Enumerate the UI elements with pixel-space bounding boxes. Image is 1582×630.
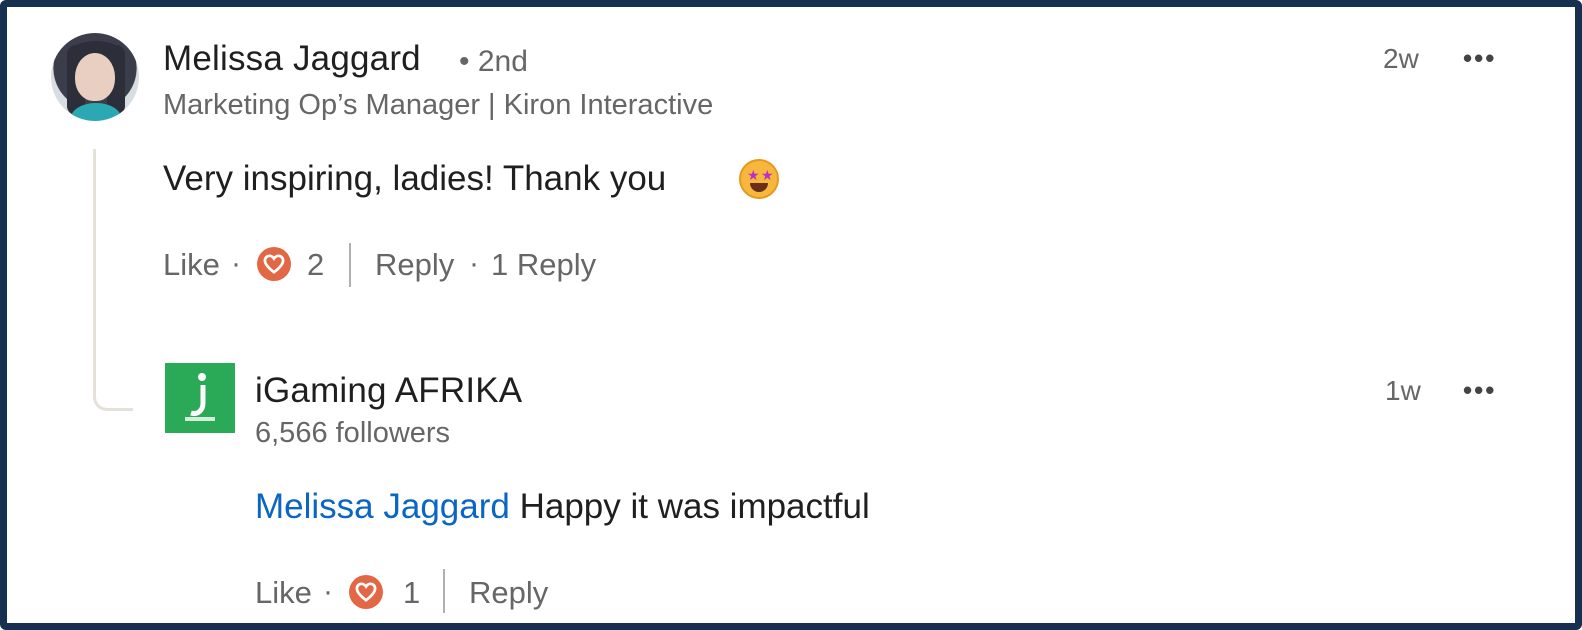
separator-dot: · xyxy=(231,247,241,280)
separator-dot: · xyxy=(469,247,479,280)
reaction-count[interactable]: 2 xyxy=(307,247,324,283)
reply-button[interactable]: Reply xyxy=(375,247,454,283)
avatar-face xyxy=(75,53,115,101)
action-divider xyxy=(443,569,445,613)
replies-count-link[interactable]: 1 Reply xyxy=(491,247,596,283)
connection-degree: • 2nd xyxy=(459,45,528,78)
like-button[interactable]: Like xyxy=(163,247,220,283)
author-headline: Marketing Op’s Manager | Kiron Interacti… xyxy=(163,89,714,121)
comment-timestamp: 2w xyxy=(1383,43,1419,74)
star-struck-emoji-icon: ★ ★ xyxy=(739,159,779,199)
thread-connector-line xyxy=(93,149,133,411)
mention-link[interactable]: Melissa Jaggard xyxy=(255,487,510,526)
reply-timestamp: 1w xyxy=(1385,375,1421,406)
comment-author-name[interactable]: Melissa Jaggard xyxy=(163,39,421,79)
heart-icon[interactable] xyxy=(349,575,383,609)
comment-text: Very inspiring, ladies! Thank you xyxy=(163,159,667,198)
follower-count: 6,566 followers xyxy=(255,417,451,449)
reply-body: Happy it was impactful xyxy=(519,487,870,526)
comment-thread: Melissa Jaggard • 2nd Marketing Op’s Man… xyxy=(0,0,1582,630)
heart-icon[interactable] xyxy=(257,247,291,281)
reply-button[interactable]: Reply xyxy=(469,575,548,611)
reply-text: Melissa Jaggard Happy it was impactful xyxy=(255,487,870,527)
more-options-button[interactable]: ••• xyxy=(1463,43,1496,74)
separator-dot: · xyxy=(323,575,333,608)
avatar[interactable] xyxy=(51,33,139,121)
more-options-button[interactable]: ••• xyxy=(1463,375,1496,406)
company-logo[interactable] xyxy=(165,363,235,433)
action-divider xyxy=(349,243,351,287)
like-button[interactable]: Like xyxy=(255,575,312,611)
reaction-count[interactable]: 1 xyxy=(403,575,420,611)
reply-author-name[interactable]: iGaming AFRIKA xyxy=(255,371,522,411)
